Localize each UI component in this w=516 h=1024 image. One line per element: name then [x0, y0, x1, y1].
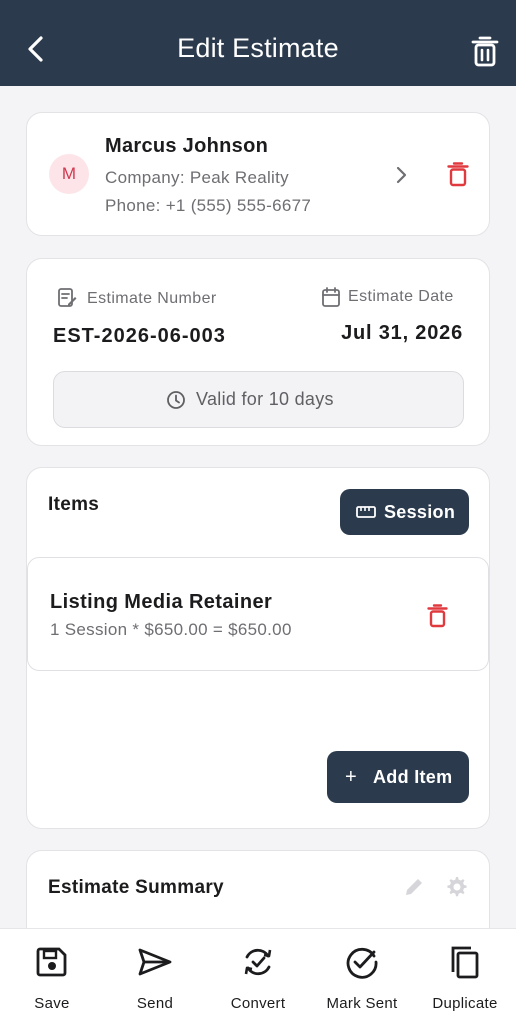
bottom-toolbar: Save Send Convert Mark Sent Duplicate	[0, 928, 516, 1024]
avatar: M	[49, 154, 89, 194]
send-label: Send	[136, 995, 174, 1012]
gear-icon[interactable]	[444, 875, 468, 899]
convert-icon	[244, 948, 272, 976]
convert-button[interactable]: Convert	[206, 929, 310, 1024]
item-detail: 1 Session * $650.00 = $650.00	[50, 620, 292, 639]
duplicate-label: Duplicate	[432, 995, 498, 1012]
plus-icon: +	[345, 766, 357, 788]
items-title: Items	[48, 494, 100, 515]
add-item-label: Add Item	[373, 767, 453, 787]
document-edit-icon	[58, 288, 77, 307]
save-label: Save	[34, 995, 70, 1012]
validity-text: Valid for 10 days	[196, 389, 334, 409]
client-card[interactable]: M Marcus Johnson Company: Peak Reality P…	[26, 112, 490, 236]
save-icon	[36, 947, 67, 977]
page-title: Edit Estimate	[177, 33, 339, 63]
mark-sent-label: Mark Sent	[326, 995, 398, 1012]
remove-client-icon[interactable]	[447, 161, 469, 187]
duplicate-button[interactable]: Duplicate	[414, 929, 516, 1024]
calendar-icon	[322, 287, 340, 307]
summary-title: Estimate Summary	[48, 877, 224, 898]
estimate-info-card: Estimate Number EST-2026-06-003 Estimate…	[26, 258, 490, 446]
app-bar: Edit Estimate	[0, 0, 516, 86]
delete-item-icon[interactable]	[427, 603, 448, 628]
estimate-date[interactable]: Jul 31, 2026	[341, 322, 463, 345]
unit-session-button[interactable]: Session	[340, 489, 469, 535]
client-name: Marcus Johnson	[105, 135, 269, 157]
estimate-date-label: Estimate Date	[348, 288, 454, 305]
delete-estimate-icon[interactable]	[470, 34, 500, 68]
check-circle-icon	[346, 947, 378, 979]
add-item-button[interactable]: + Add Item	[327, 751, 469, 803]
estimate-number-label: Estimate Number	[87, 290, 217, 307]
client-phone: Phone: +1 (555) 555-6677	[105, 196, 312, 215]
client-company: Company: Peak Reality	[105, 168, 289, 187]
unit-session-label: Session	[384, 502, 456, 522]
clock-icon	[167, 391, 185, 409]
items-card: Items Session Listing Media Retainer 1 S…	[26, 467, 490, 829]
send-button[interactable]: Send	[104, 929, 206, 1024]
send-icon	[138, 948, 172, 976]
chevron-right-icon[interactable]	[393, 165, 409, 185]
convert-label: Convert	[230, 995, 286, 1012]
pencil-icon[interactable]	[403, 876, 425, 898]
save-button[interactable]: Save	[0, 929, 104, 1024]
copy-icon	[451, 946, 479, 979]
mark-sent-button[interactable]: Mark Sent	[310, 929, 414, 1024]
item-name: Listing Media Retainer	[50, 591, 273, 613]
estimate-number: EST-2026-06-003	[53, 325, 226, 347]
list-item[interactable]: Listing Media Retainer 1 Session * $650.…	[27, 557, 489, 671]
ruler-icon	[356, 506, 376, 518]
validity-field[interactable]: Valid for 10 days	[53, 371, 464, 428]
